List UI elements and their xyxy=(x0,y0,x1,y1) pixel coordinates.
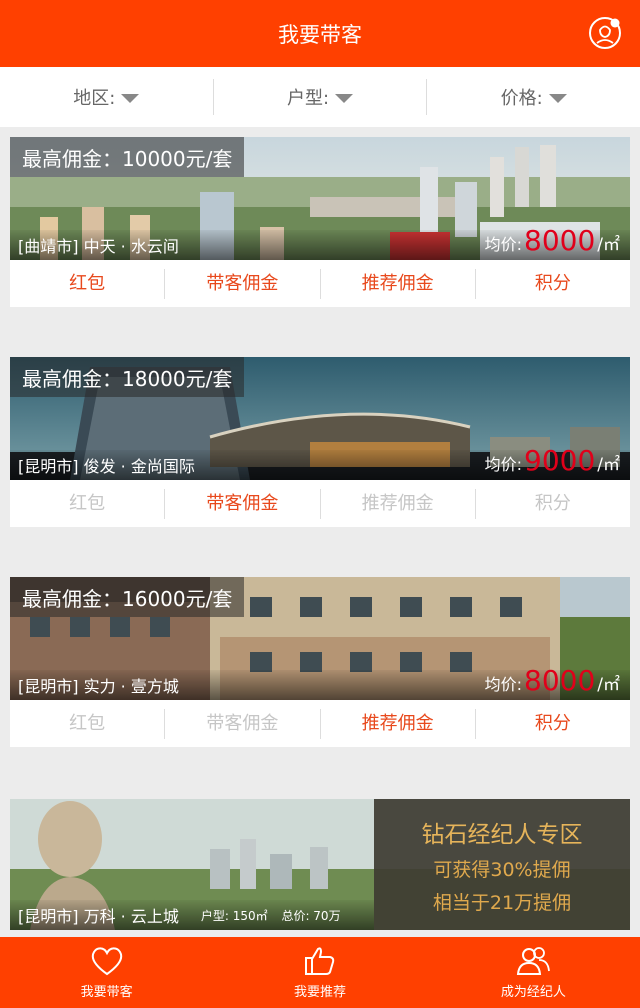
thumbs-up-icon xyxy=(304,947,335,975)
price-value: 9000 xyxy=(524,444,596,477)
max-commission-badge: 最高佣金：16000元/套 xyxy=(10,577,245,617)
filter-bar: 地区: 户型: 价格: xyxy=(0,67,640,127)
max-commission-badge: 最高佣金：18000元/套 xyxy=(10,357,245,397)
price-unit: /㎡ xyxy=(597,675,620,695)
listing-price: 均价: 9000 /㎡ xyxy=(485,444,620,477)
filter-label: 户型: xyxy=(286,88,330,109)
red-packet-button[interactable]: 红包 xyxy=(10,709,164,739)
points-button[interactable]: 积分 xyxy=(474,708,630,739)
referral-commission-button[interactable]: 推荐佣金 xyxy=(319,268,475,299)
listing-photo[interactable]: 最高佣金：18000元/套 [昆明市] 俊发 · 金尚国际 均价: 9000 /… xyxy=(10,357,630,480)
max-commission-badge: 最高佣金：10000元/套 xyxy=(10,137,245,177)
listing-card[interactable]: 最高佣金：18000元/套 [昆明市] 俊发 · 金尚国际 均价: 9000 /… xyxy=(10,357,630,527)
promo-listing-name: [昆明市] 万科 · 云上城 户型: 150㎡ 总价: 70万 xyxy=(10,900,374,930)
price-label: 均价: xyxy=(484,235,522,254)
listing-total-price: 总价: 70万 xyxy=(281,908,341,923)
tab-label: 我要带客 xyxy=(80,985,133,1000)
referral-commission-button[interactable]: 推荐佣金 xyxy=(319,488,475,519)
price-unit: /㎡ xyxy=(597,235,620,255)
price-unit: /㎡ xyxy=(597,455,620,475)
listing-actions: 红包 带客佣金 推荐佣金 积分 xyxy=(10,260,630,307)
users-icon xyxy=(517,947,551,975)
tab-bring-client[interactable]: 我要带客 xyxy=(0,937,213,1008)
price-label: 均价: xyxy=(484,675,522,694)
points-button[interactable]: 积分 xyxy=(474,488,630,519)
visit-commission-button[interactable]: 带客佣金 xyxy=(164,268,319,299)
bottom-tab-bar: 我要带客 我要推荐 成为经纪人 xyxy=(0,937,640,1008)
points-button[interactable]: 积分 xyxy=(474,268,630,299)
promo-line-2: 相当于21万提佣 xyxy=(432,891,572,914)
caret-down-icon xyxy=(548,94,567,103)
filter-price[interactable]: 价格: xyxy=(426,79,640,115)
tab-label: 我要推荐 xyxy=(293,985,346,1000)
filter-label: 地区: xyxy=(73,88,116,109)
caret-down-icon xyxy=(335,94,354,103)
referral-commission-button[interactable]: 推荐佣金 xyxy=(319,708,475,739)
tab-label: 成为经纪人 xyxy=(500,985,566,1000)
promo-text-panel: 钻石经纪人专区 可获得30%提佣 相当于21万提佣 xyxy=(374,799,630,930)
price-value: 8000 xyxy=(524,664,596,697)
promo-title: 钻石经纪人专区 xyxy=(421,821,583,848)
listing-name: [昆明市] 万科 · 云上城 xyxy=(18,907,179,926)
app-header: 我要带客 xyxy=(0,0,640,67)
listing-photo[interactable]: 最高佣金：10000元/套 [曲靖市] 中天 · 水云间 均价: 8000 /㎡ xyxy=(10,137,630,260)
price-value: 8000 xyxy=(524,224,596,257)
listing-card[interactable]: 最高佣金：16000元/套 [昆明市] 实力 · 壹方城 均价: 8000 /㎡… xyxy=(10,577,630,747)
listing-meta: 户型: 150㎡ 总价: 70万 xyxy=(201,907,351,924)
listing-actions: 红包 带客佣金 推荐佣金 积分 xyxy=(10,700,630,747)
red-packet-button[interactable]: 红包 xyxy=(10,489,164,519)
listing-photo[interactable]: 最高佣金：16000元/套 [昆明市] 实力 · 壹方城 均价: 8000 /㎡ xyxy=(10,577,630,700)
caret-down-icon xyxy=(121,94,140,103)
filter-region[interactable]: 地区: xyxy=(0,79,213,115)
user-profile-icon[interactable] xyxy=(588,16,622,50)
promo-line-1: 可获得30%提佣 xyxy=(433,858,571,881)
listing-price: 均价: 8000 /㎡ xyxy=(485,224,620,257)
filter-layout[interactable]: 户型: xyxy=(212,79,427,115)
listing-layout: 户型: 150㎡ xyxy=(200,908,268,923)
listing-actions: 红包 带客佣金 推荐佣金 积分 xyxy=(10,480,630,527)
filter-label: 价格: xyxy=(500,88,543,109)
red-packet-button[interactable]: 红包 xyxy=(10,269,164,299)
visit-commission-button[interactable]: 带客佣金 xyxy=(164,488,319,519)
price-label: 均价: xyxy=(484,455,522,474)
page-title: 我要带客 xyxy=(278,22,362,47)
tab-become-agent[interactable]: 成为经纪人 xyxy=(427,937,640,1008)
listing-card[interactable]: 最高佣金：10000元/套 [曲靖市] 中天 · 水云间 均价: 8000 /㎡… xyxy=(10,137,630,307)
diamond-agent-banner[interactable]: 钻石经纪人专区 可获得30%提佣 相当于21万提佣 [昆明市] 万科 · 云上城… xyxy=(10,799,630,930)
tab-recommend[interactable]: 我要推荐 xyxy=(213,937,426,1008)
listing-price: 均价: 8000 /㎡ xyxy=(485,664,620,697)
visit-commission-button[interactable]: 带客佣金 xyxy=(164,708,319,739)
heart-icon xyxy=(91,947,122,976)
